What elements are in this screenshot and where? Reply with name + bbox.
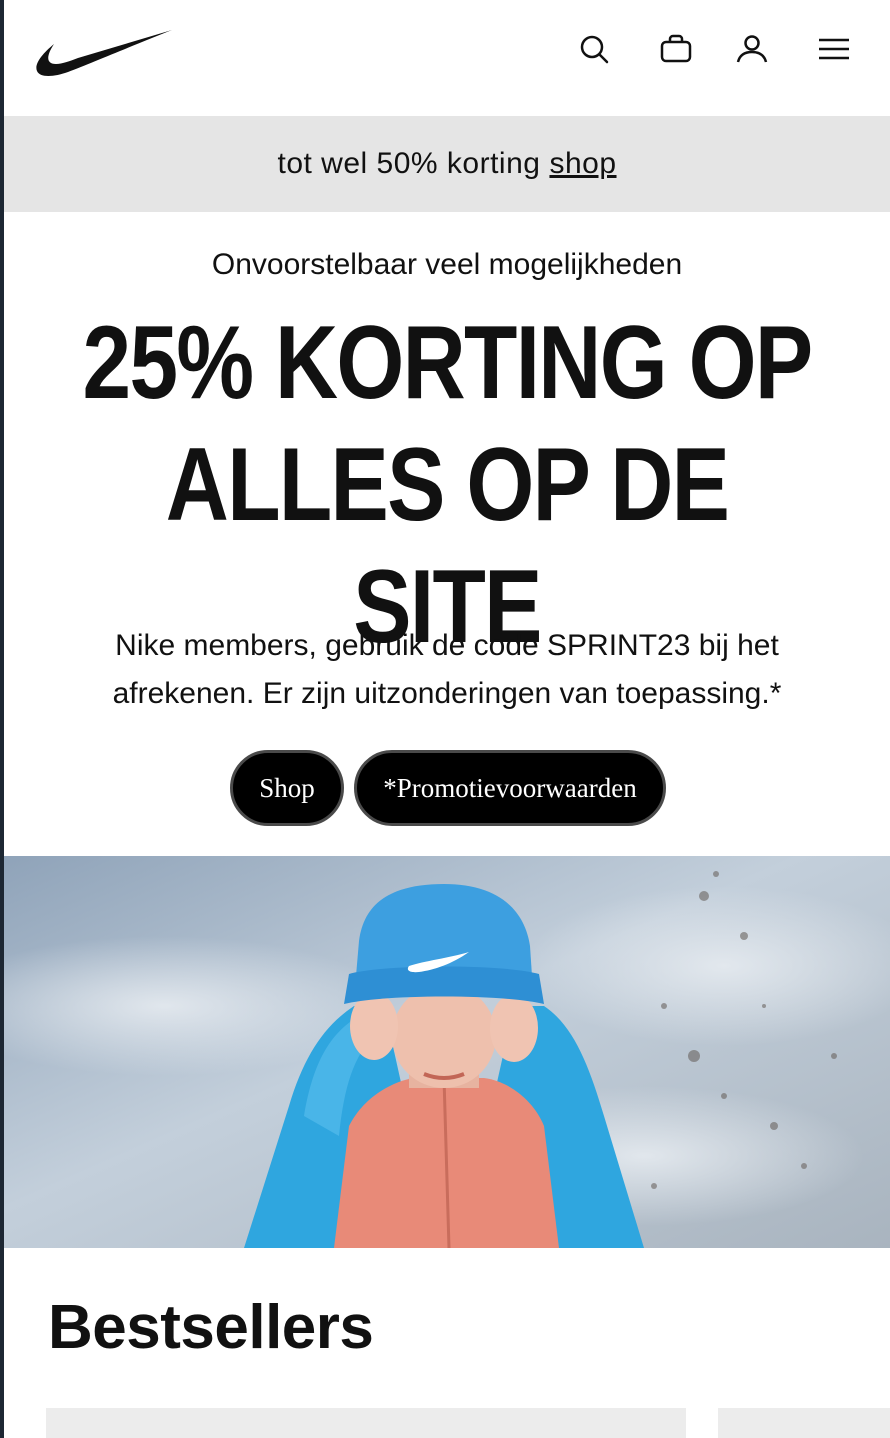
- promo-shop-link[interactable]: shop: [549, 147, 616, 181]
- page: tot wel 50% korting shop Onvoorstelbaar …: [4, 0, 890, 1438]
- hero-headline: 25% KORTING OP ALLES OP DE SITE: [75, 302, 819, 668]
- shop-button[interactable]: Shop: [230, 750, 344, 826]
- promo-terms-button[interactable]: *Promotievoorwaarden: [354, 750, 666, 826]
- product-card[interactable]: [718, 1408, 890, 1438]
- product-card[interactable]: [46, 1408, 686, 1438]
- promo-banner: tot wel 50% korting shop: [4, 116, 890, 212]
- promo-text: tot wel 50% korting: [277, 147, 541, 180]
- site-header: [4, 0, 890, 116]
- bestsellers-title: Bestsellers: [48, 1293, 374, 1362]
- user-icon[interactable]: [734, 31, 770, 67]
- hero-image[interactable]: [4, 856, 890, 1248]
- menu-icon[interactable]: [816, 31, 852, 67]
- search-icon[interactable]: [576, 31, 612, 67]
- hero-body: Nike members, gebruik de code SPRINT23 b…: [112, 629, 782, 710]
- bag-icon[interactable]: [658, 31, 694, 67]
- headline-line-1: 25% KORTING OP: [82, 305, 814, 421]
- nike-swoosh-icon[interactable]: [34, 26, 174, 80]
- hero-kicker: Onvoorstelbaar veel mogelijkheden: [211, 248, 683, 281]
